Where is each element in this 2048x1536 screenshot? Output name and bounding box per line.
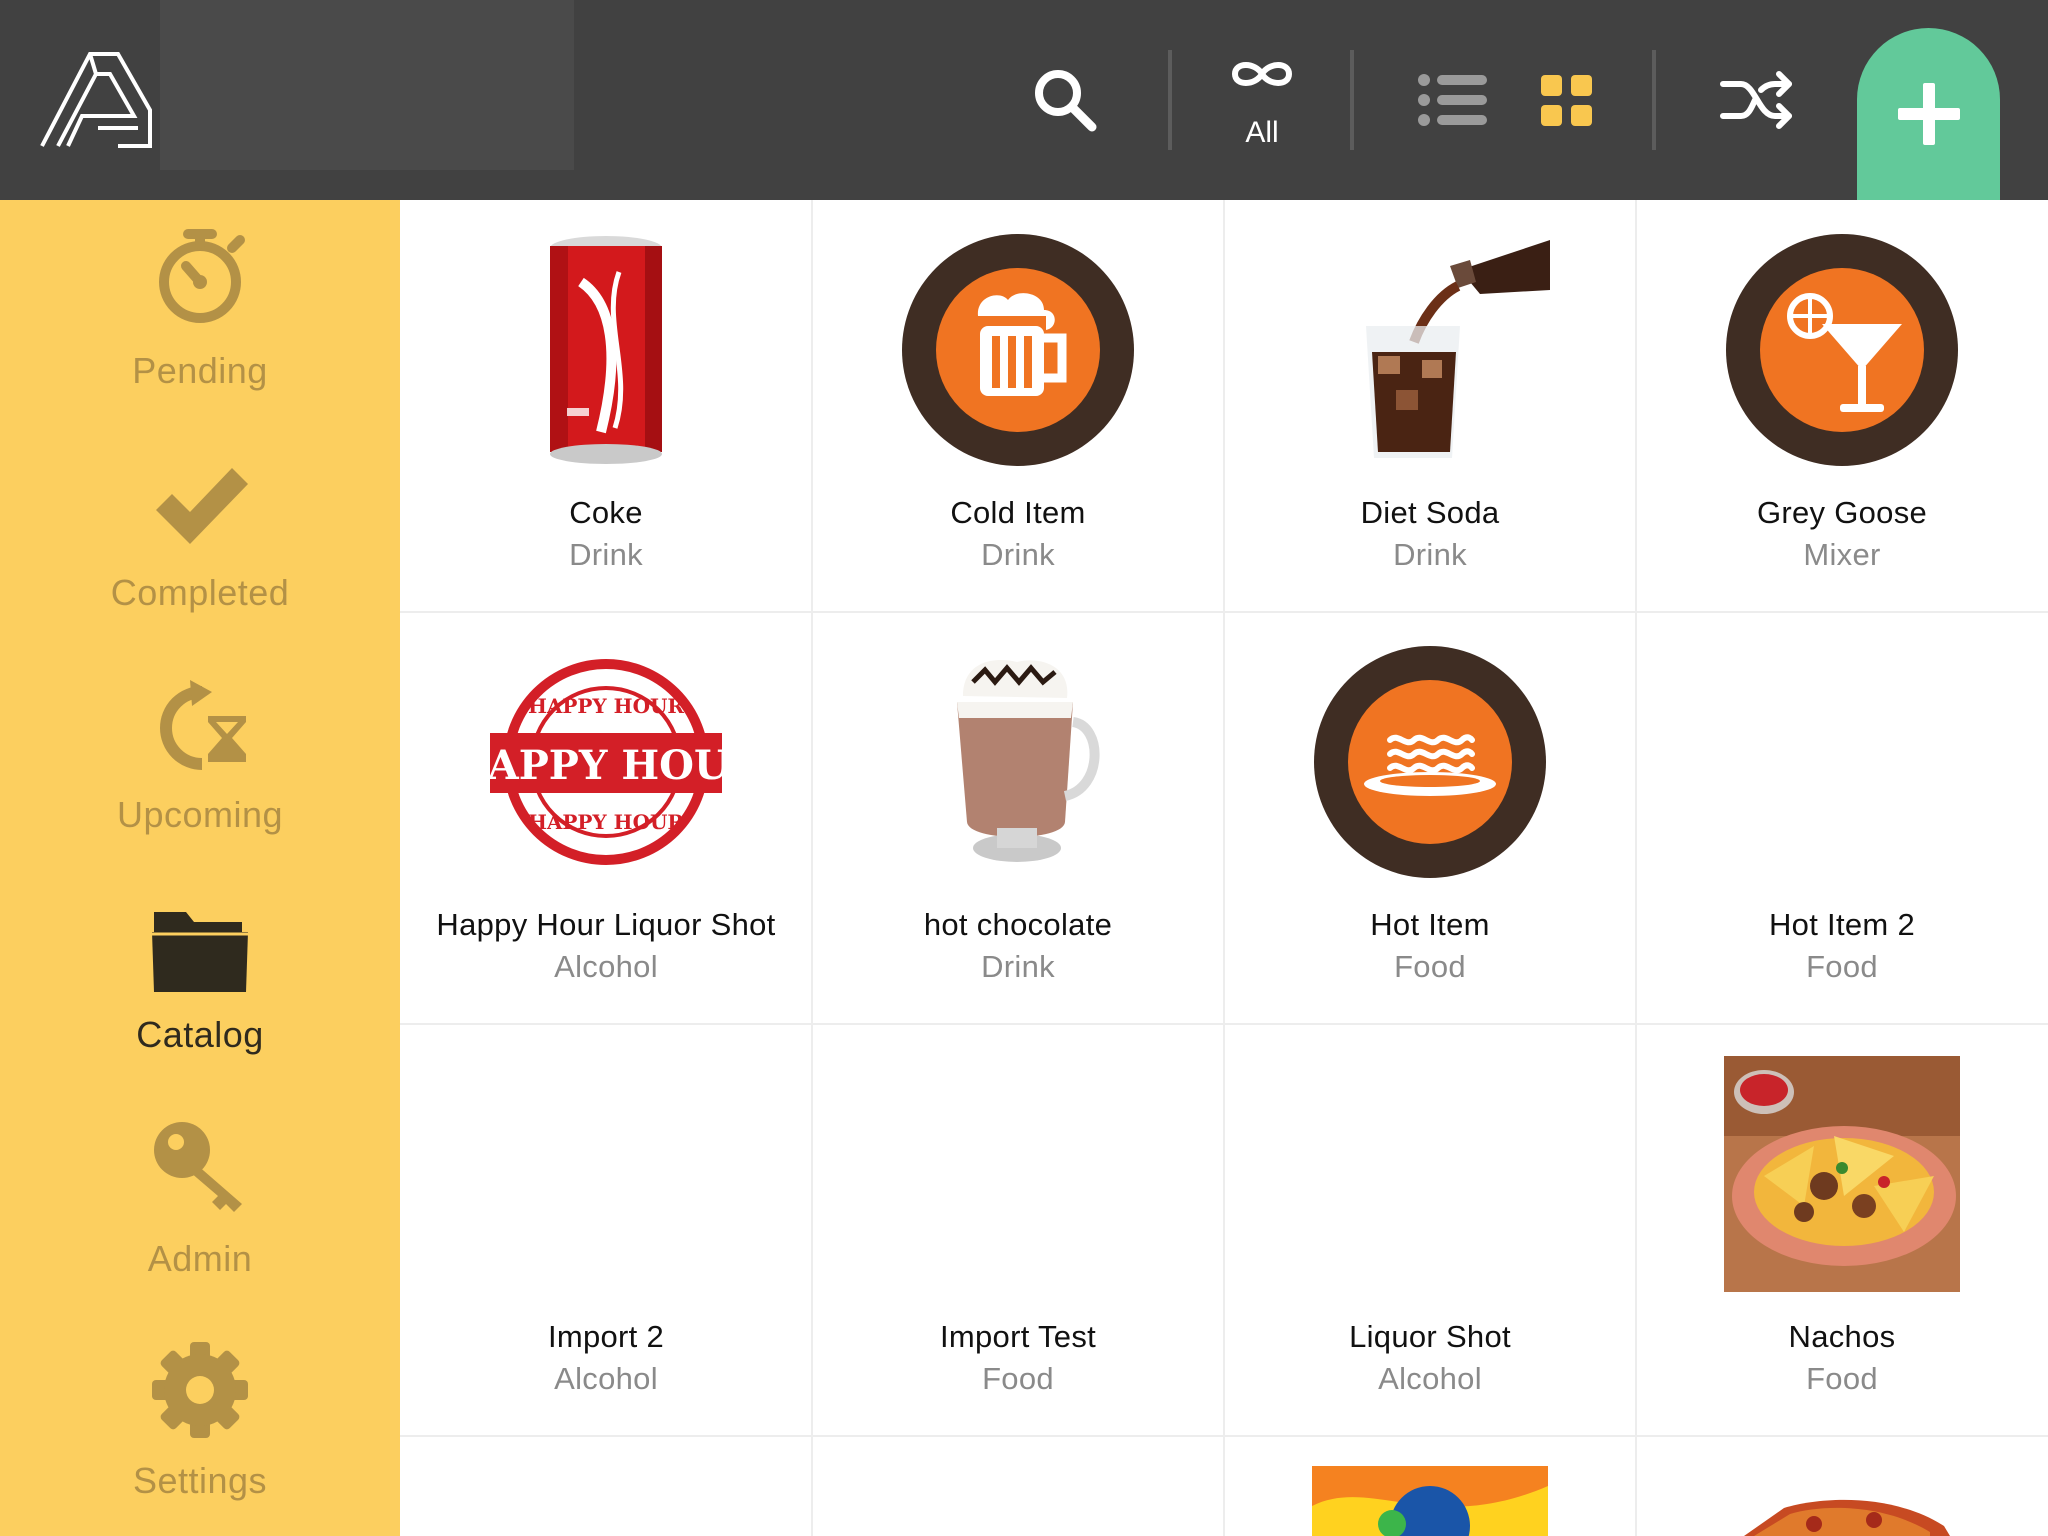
- catalog-item-grey-goose[interactable]: Grey Goose Mixer: [1636, 200, 2048, 612]
- svg-text:HAPPY HOUR: HAPPY HOUR: [528, 810, 684, 834]
- item-name: Import Test: [939, 1319, 1097, 1354]
- catalog-grid: Coke Drink Cold Item Drink Diet Soda Dri…: [400, 200, 2048, 1536]
- gear-icon: [152, 1342, 248, 1438]
- sidebar-item-label: Settings: [132, 1460, 268, 1501]
- item-category: Alcohol: [554, 1361, 658, 1396]
- stopwatch-icon: [159, 229, 245, 323]
- item-category: Drink: [569, 537, 643, 572]
- infinity-icon: [1231, 62, 1293, 86]
- toolbar-divider: [1350, 50, 1354, 150]
- pizza-photo: [1722, 1486, 1962, 1536]
- catalog-item-import-2[interactable]: Import 2 Alcohol: [400, 1024, 812, 1436]
- catalog-item-hot-item[interactable]: Hot Item Food: [1224, 612, 1636, 1024]
- item-category: Alcohol: [1378, 1361, 1482, 1396]
- list-view-button[interactable]: [1410, 60, 1496, 140]
- sidebar-item-label: Completed: [110, 572, 290, 613]
- filter-label: All: [1245, 116, 1279, 149]
- sidebar-item-label: Admin: [147, 1238, 253, 1279]
- search-icon: [1035, 70, 1097, 132]
- item-category: Food: [1806, 1361, 1878, 1396]
- item-name: Happy Hour Liquor Shot: [436, 907, 776, 942]
- key-icon: [154, 1122, 242, 1212]
- shuffle-icon: [1720, 71, 1792, 129]
- checkmark-icon: [156, 468, 248, 544]
- item-category: Food: [982, 1361, 1054, 1396]
- beer-mug-icon: [898, 230, 1138, 470]
- hot-chocolate-photo: [898, 642, 1138, 882]
- item-category: Alcohol: [554, 949, 658, 984]
- sidebar: Pending Completed Upcoming Catalog Admin…: [0, 200, 400, 1536]
- catalog-item-diet-soda[interactable]: Diet Soda Drink: [1224, 200, 1636, 612]
- item-name: Diet Soda: [1360, 495, 1500, 530]
- item-name: hot chocolate: [923, 907, 1113, 942]
- item-name: Import 2: [547, 1319, 665, 1354]
- item-name: Hot Item 2: [1769, 907, 1915, 942]
- sidebar-item-admin[interactable]: Admin: [0, 1108, 400, 1330]
- sidebar-item-label: Catalog: [136, 1014, 264, 1055]
- sidebar-item-label: Pending: [132, 350, 268, 391]
- item-name: Grey Goose: [1756, 495, 1928, 530]
- item-name: Liquor Shot: [1349, 1319, 1511, 1354]
- search-area[interactable]: [160, 0, 574, 170]
- item-category: Food: [1394, 949, 1466, 984]
- catalog-item-fanta[interactable]: [1224, 1436, 1636, 1536]
- sidebar-item-label: Upcoming: [116, 794, 284, 835]
- hot-plate-icon: [1310, 642, 1550, 882]
- sidebar-item-upcoming[interactable]: Upcoming: [0, 664, 400, 886]
- app-logo-icon[interactable]: [38, 50, 154, 150]
- item-category: Drink: [981, 949, 1055, 984]
- item-category: Food: [1806, 949, 1878, 984]
- item-name: Cold Item: [950, 495, 1086, 530]
- folder-icon: [152, 912, 248, 992]
- item-name: Hot Item: [1370, 907, 1490, 942]
- item-category: Drink: [1393, 537, 1467, 572]
- sidebar-item-settings[interactable]: Settings: [0, 1330, 400, 1536]
- fanta-photo: [1310, 1466, 1550, 1536]
- catalog-item-pizza[interactable]: [1636, 1436, 2048, 1536]
- svg-text:HAPPY HOUR: HAPPY HOUR: [488, 742, 724, 789]
- search-button[interactable]: [1025, 60, 1105, 140]
- item-category: Mixer: [1803, 537, 1881, 572]
- catalog-item[interactable]: [400, 1436, 812, 1536]
- catalog-item-cold-item[interactable]: Cold Item Drink: [812, 200, 1224, 612]
- list-icon: [1418, 74, 1487, 126]
- plus-icon: [1897, 83, 1960, 145]
- catalog-item-coke[interactable]: Coke Drink: [400, 200, 812, 612]
- refresh-hourglass-icon: [160, 680, 246, 770]
- catalog-item-nachos[interactable]: Nachos Food: [1636, 1024, 2048, 1436]
- catalog-item-hot-item-2[interactable]: Hot Item 2 Food: [1636, 612, 2048, 1024]
- grid-icon: [1541, 75, 1592, 126]
- grid-view-button[interactable]: [1530, 64, 1604, 138]
- catalog-item-import-test[interactable]: Import Test Food: [812, 1024, 1224, 1436]
- sidebar-item-catalog[interactable]: Catalog: [0, 886, 400, 1108]
- toolbar-divider: [1652, 50, 1656, 150]
- catalog-item-hot-chocolate[interactable]: hot chocolate Drink: [812, 612, 1224, 1024]
- coke-can-photo: [486, 230, 726, 470]
- shuffle-button[interactable]: [1712, 58, 1802, 142]
- nachos-photo: [1722, 1054, 1962, 1294]
- catalog-item-happy-hour-liquor-shot[interactable]: HAPPY HOUR HAPPY HOUR HAPPY HOUR Happy H…: [400, 612, 812, 1024]
- soda-pour-photo: [1310, 230, 1550, 470]
- catalog-item-liquor-shot[interactable]: Liquor Shot Alcohol: [1224, 1024, 1636, 1436]
- toolbar-divider: [1168, 50, 1172, 150]
- svg-text:HAPPY HOUR: HAPPY HOUR: [528, 694, 684, 718]
- item-category: Drink: [981, 537, 1055, 572]
- catalog-item[interactable]: [812, 1436, 1224, 1536]
- add-item-button[interactable]: [1857, 28, 2000, 200]
- item-name: Nachos: [1788, 1319, 1896, 1354]
- cocktail-glass-icon: [1722, 230, 1962, 470]
- item-name: Coke: [569, 495, 643, 530]
- sidebar-item-completed[interactable]: Completed: [0, 442, 400, 664]
- happy-hour-stamp: HAPPY HOUR HAPPY HOUR HAPPY HOUR: [486, 642, 726, 882]
- top-bar: All: [0, 0, 2048, 200]
- sidebar-item-pending[interactable]: Pending: [0, 220, 400, 442]
